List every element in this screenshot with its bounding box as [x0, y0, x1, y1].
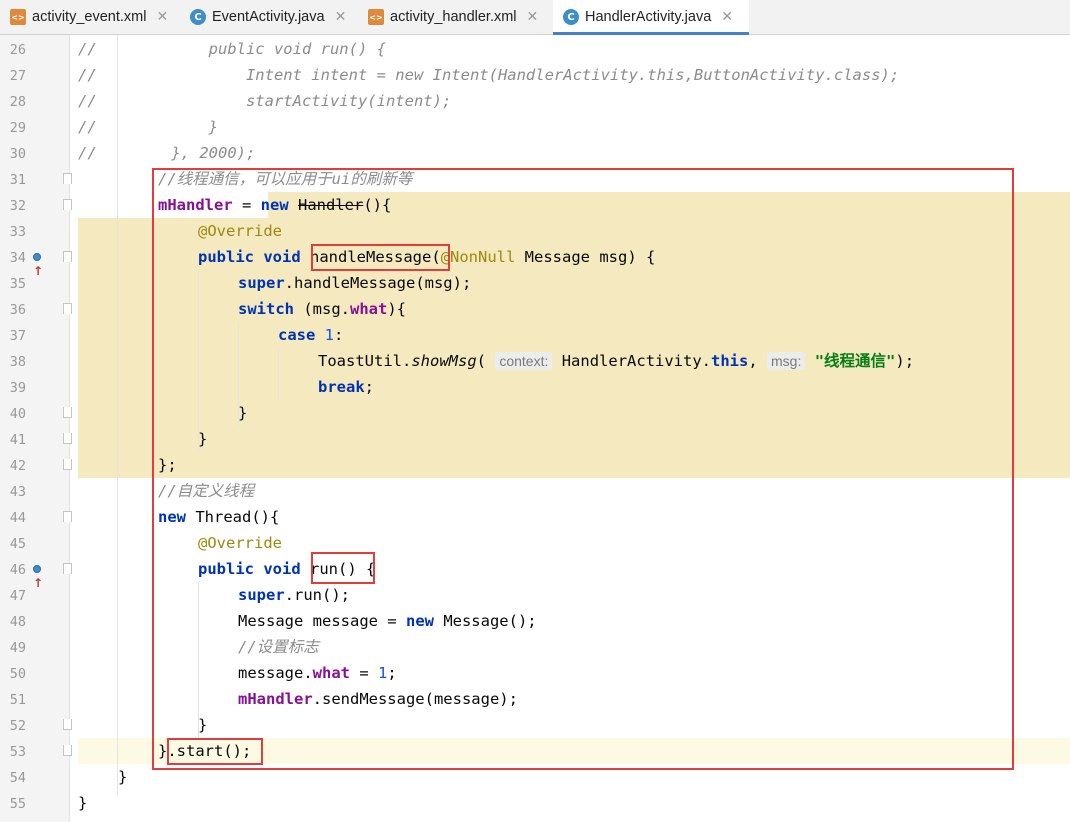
tab-label: activity_handler.xml [390, 9, 517, 25]
close-icon[interactable]: ✕ [721, 9, 733, 25]
fold-marker[interactable] [63, 303, 72, 314]
annotation-box-outer [152, 168, 1014, 770]
fold-marker[interactable] [63, 745, 72, 756]
tab-label: EventActivity.java [212, 9, 325, 25]
tab-label: activity_event.xml [32, 9, 147, 25]
annotation-box-run [311, 552, 375, 584]
override-method-icon[interactable]: ↑ [33, 562, 49, 590]
fold-marker[interactable] [63, 433, 72, 444]
tab-handler-activity-java[interactable]: C HandlerActivity.java ✕ [553, 0, 749, 35]
code-line: 28 // startActivity(intent); [9, 92, 452, 110]
fold-marker[interactable] [63, 173, 72, 184]
tab-event-activity-java[interactable]: C EventActivity.java ✕ [190, 0, 360, 34]
fold-marker[interactable] [63, 511, 72, 522]
close-icon[interactable]: ✕ [527, 9, 539, 25]
close-icon[interactable]: ✕ [335, 9, 347, 25]
override-method-icon[interactable]: ↑ [33, 250, 49, 278]
java-class-icon: C [190, 9, 206, 25]
fold-marker[interactable] [63, 407, 72, 418]
fold-marker[interactable] [63, 563, 72, 574]
tab-activity-handler-xml[interactable]: <> activity_handler.xml ✕ [368, 0, 552, 34]
code-line: 26 // public void run() { [9, 40, 386, 58]
tab-activity-event-xml[interactable]: <> activity_event.xml ✕ [10, 0, 178, 34]
fold-marker[interactable] [63, 251, 72, 262]
xml-file-icon: <> [10, 9, 26, 25]
code-line: 29 // } [9, 118, 218, 136]
code-line: 27 // Intent intent = new Intent(Handler… [9, 66, 900, 84]
annotation-box-start [167, 738, 263, 765]
annotation-box-handle-message [311, 244, 450, 271]
code-line: 30 // }, 2000); [9, 144, 256, 162]
xml-file-icon: <> [368, 9, 384, 25]
fold-marker[interactable] [63, 719, 72, 730]
code-line: 55 } [9, 794, 88, 812]
fold-marker[interactable] [63, 199, 72, 210]
editor-tab-bar: <> activity_event.xml ✕ C EventActivity.… [0, 0, 1070, 35]
code-editor[interactable]: 26 // public void run() { 27 // Intent i… [0, 35, 1070, 822]
fold-marker[interactable] [63, 459, 72, 470]
close-icon[interactable]: ✕ [156, 9, 168, 25]
tab-label: HandlerActivity.java [585, 9, 712, 25]
java-class-icon: C [563, 9, 579, 25]
